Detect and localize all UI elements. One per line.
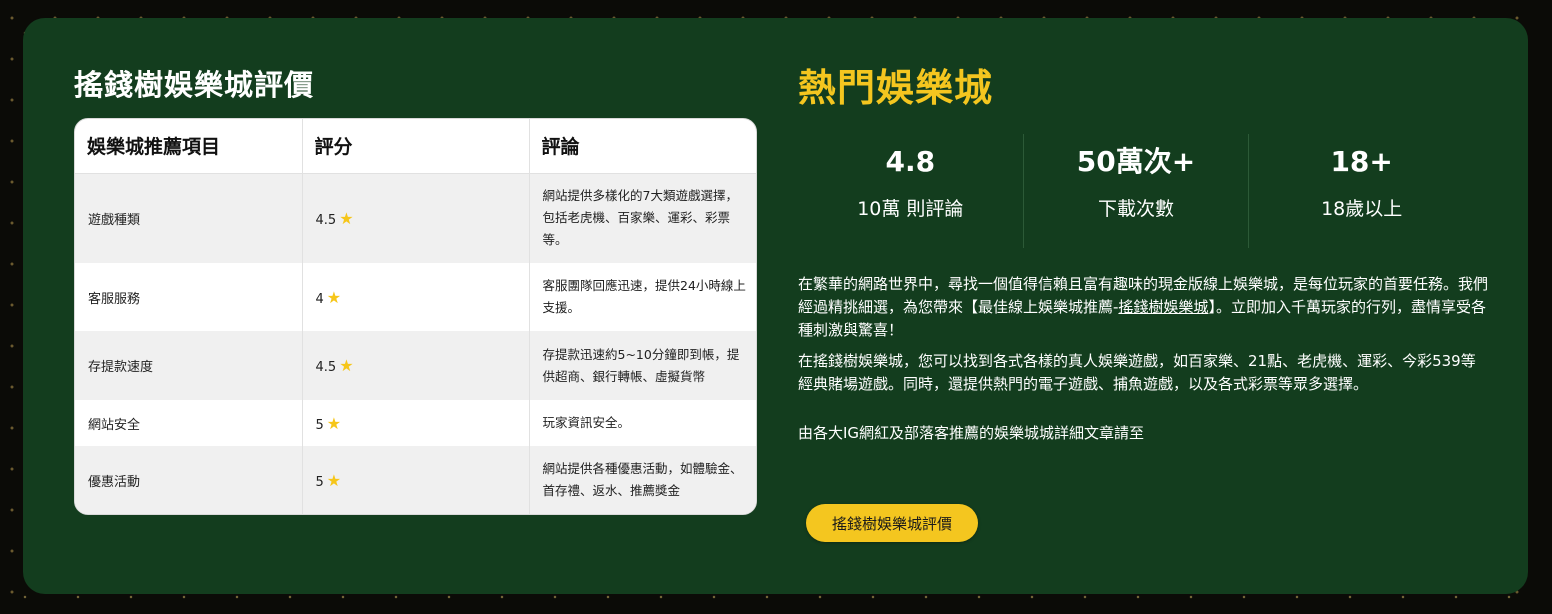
star-icon: ★ — [326, 287, 342, 307]
games-paragraph: 在搖錢樹娛樂城，您可以找到各式各樣的真人娛樂遊戲，如百家樂、21點、老虎機、運彩… — [798, 352, 1476, 393]
row-comment: 客服團隊回應迅速，提供24小時線上支援。 — [529, 263, 756, 331]
content-panel: 搖錢樹娛樂城評價 娛樂城推薦項目 評分 評論 遊戲種類 4.5 ★ 網站提供多樣化… — [23, 18, 1528, 594]
hot-casino-section: 熱門娛樂城 4.8 10萬 則評論 50萬次+ 下載次數 18+ 18歲以上 在… — [798, 62, 1488, 542]
row-comment: 存提款迅速約5~10分鐘即到帳，提供超商、銀行轉帳、虛擬貨幣 — [529, 331, 756, 400]
row-item: 優惠活動 — [75, 446, 303, 514]
star-icon: ★ — [326, 413, 342, 433]
casino-review-button[interactable]: 搖錢樹娛樂城評價 — [806, 504, 978, 542]
stat-value: 4.8 — [885, 145, 936, 178]
table-header-row: 娛樂城推薦項目 評分 評論 — [75, 119, 756, 174]
row-score: 4.5 ★ — [302, 173, 530, 263]
article-paragraph: 由各大IG網紅及部落客推薦的娛樂城城詳細文章請至 — [798, 424, 1145, 442]
score-value: 4 — [315, 291, 324, 307]
stat-label: 18歲以上 — [1321, 198, 1403, 220]
stat-downloads: 50萬次+ 下載次數 — [1024, 134, 1250, 248]
stats-row: 4.8 10萬 則評論 50萬次+ 下載次數 18+ 18歲以上 — [798, 134, 1474, 248]
table-row: 存提款速度 4.5 ★ 存提款迅速約5~10分鐘即到帳，提供超商、銀行轉帳、虛擬貨… — [75, 331, 756, 400]
stat-age: 18+ 18歲以上 — [1249, 134, 1474, 248]
star-icon: ★ — [326, 470, 342, 490]
score-value: 4.5 — [315, 212, 337, 228]
row-score: 5 ★ — [302, 400, 530, 446]
score-value: 5 — [315, 417, 324, 433]
row-item: 客服服務 — [75, 263, 303, 331]
row-item: 網站安全 — [75, 400, 303, 446]
table-row: 客服服務 4 ★ 客服團隊回應迅速，提供24小時線上支援。 — [75, 263, 756, 331]
description: 在繁華的網路世界中，尋找一個值得信賴且富有趣味的現金版線上娛樂城，是每位玩家的首… — [798, 273, 1488, 453]
row-score: 4.5 ★ — [302, 331, 530, 400]
review-section: 搖錢樹娛樂城評價 娛樂城推薦項目 評分 評論 遊戲種類 4.5 ★ 網站提供多樣化… — [74, 65, 758, 515]
row-comment: 網站提供各種優惠活動，如體驗金、首存禮、返水、推薦獎金 — [529, 446, 756, 514]
stat-label: 下載次數 — [1098, 198, 1175, 220]
table-row: 遊戲種類 4.5 ★ 網站提供多樣化的7大類遊戲選擇，包括老虎機、百家樂、運彩、彩… — [75, 173, 756, 263]
row-item: 遊戲種類 — [75, 173, 303, 263]
table-row: 網站安全 5 ★ 玩家資訊安全。 — [75, 400, 756, 446]
row-score: 5 ★ — [302, 446, 530, 514]
casino-link[interactable]: 搖錢樹娛樂城 — [1118, 298, 1208, 316]
stat-value: 18+ — [1330, 145, 1393, 178]
stat-label: 10萬 則評論 — [857, 198, 964, 220]
row-comment: 玩家資訊安全。 — [529, 400, 756, 446]
header-item: 娛樂城推薦項目 — [75, 119, 303, 174]
header-comment: 評論 — [529, 119, 756, 174]
score-value: 5 — [315, 474, 324, 490]
table-row: 優惠活動 5 ★ 網站提供各種優惠活動，如體驗金、首存禮、返水、推薦獎金 — [75, 446, 756, 514]
star-icon: ★ — [339, 356, 354, 375]
header-score: 評分 — [302, 119, 530, 174]
review-title: 搖錢樹娛樂城評價 — [74, 68, 315, 102]
score-value: 4.5 — [315, 360, 337, 375]
row-score: 4 ★ — [302, 263, 530, 331]
intro-paragraph: 在繁華的網路世界中，尋找一個值得信賴且富有趣味的現金版線上娛樂城，是每位玩家的首… — [798, 273, 1488, 342]
review-table: 娛樂城推薦項目 評分 評論 遊戲種類 4.5 ★ 網站提供多樣化的7大類遊戲選擇，… — [74, 118, 757, 515]
star-icon: ★ — [339, 208, 354, 228]
row-comment: 網站提供多樣化的7大類遊戲選擇，包括老虎機、百家樂、運彩、彩票等。 — [529, 173, 756, 263]
stat-rating: 4.8 10萬 則評論 — [798, 134, 1024, 248]
hot-title: 熱門娛樂城 — [798, 66, 994, 110]
stat-value: 50萬次+ — [1076, 145, 1196, 178]
row-item: 存提款速度 — [75, 331, 303, 400]
